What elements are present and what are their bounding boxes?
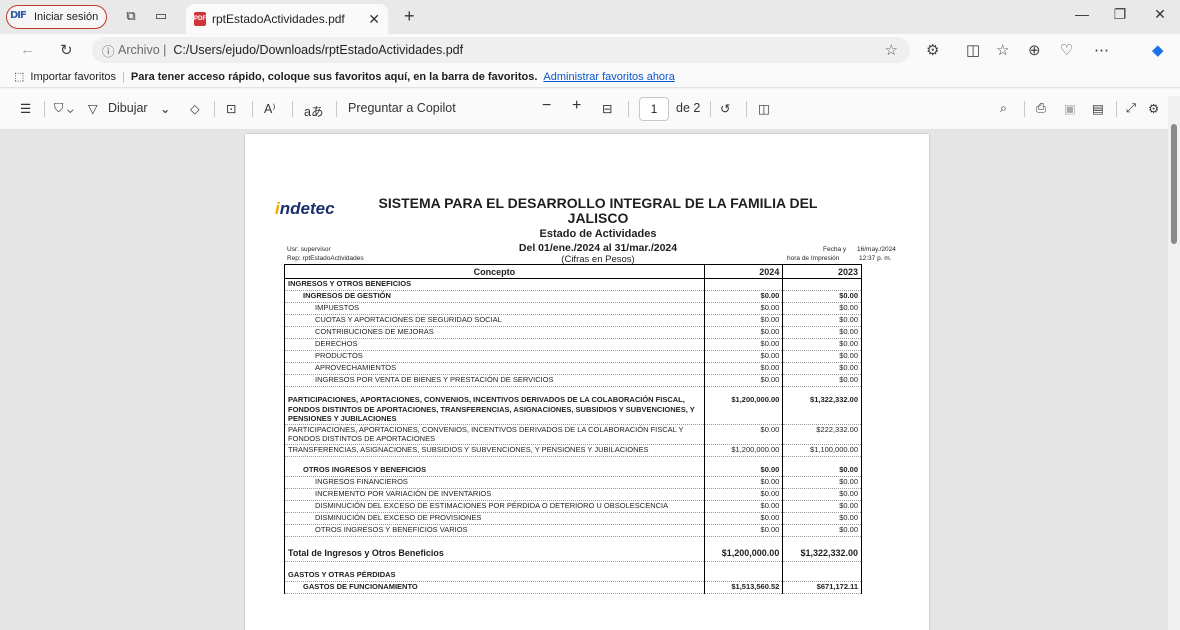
print-time-label: hora de Impresión: [787, 255, 840, 262]
read-aloud-button[interactable]: A⁾: [264, 101, 275, 116]
zoom-in-icon[interactable]: +: [572, 97, 581, 115]
restore-icon[interactable]: ❐: [1110, 6, 1130, 23]
favorites-icon[interactable]: ☆: [996, 41, 1009, 59]
table-row: PARTICIPACIONES, APORTACIONES, CONVENIOS…: [284, 395, 862, 425]
print-date-label: Fecha y: [823, 246, 847, 253]
table-row: APROVECHAMIENTOS $0.00 $0.00: [284, 362, 862, 375]
minimize-icon[interactable]: —: [1072, 6, 1092, 22]
import-favorites-icon[interactable]: ⬚: [14, 70, 24, 83]
url-field[interactable]: ⓘ Archivo | C:/Users/ejudo/Downloads/rpt…: [92, 37, 910, 63]
url-path: C:/Users/ejudo/Downloads/rptEstadoActivi…: [173, 43, 464, 57]
print-time-value: 12:37 p. m.: [859, 255, 892, 262]
save-icon[interactable]: ▣: [1064, 101, 1076, 116]
fit-page-icon[interactable]: ⊟: [602, 101, 612, 116]
collections-icon[interactable]: ⊕: [1028, 41, 1041, 59]
table-row: GASTOS DE FUNCIONAMIENTO $1,513,560.52 $67…: [284, 581, 862, 594]
zoom-out-icon[interactable]: −: [542, 97, 551, 115]
profile-button[interactable]: DIF Iniciar sesión: [6, 5, 108, 29]
table-row: INGRESOS POR VENTA DE BIENES Y PRESTACIÓ…: [284, 374, 862, 387]
new-tab-icon[interactable]: +: [404, 6, 415, 27]
col-concepto: Concepto: [284, 264, 705, 279]
report-period: Del 01/ene./2024 al 31/mar./2024: [518, 242, 678, 254]
table-row: Total de Ingresos y Otros Beneficios $1,2…: [284, 544, 862, 562]
url-scheme: Archivo: [117, 43, 160, 57]
rotate-icon[interactable]: ↺: [720, 101, 730, 116]
translate-button[interactable]: aあ: [304, 101, 323, 120]
page-number-input[interactable]: 1: [639, 97, 669, 121]
table-row: GASTOS Y OTRAS PÉRDIDAS: [284, 569, 862, 582]
pdf-file-icon: PDF: [194, 12, 206, 26]
eraser-icon[interactable]: ◇: [190, 101, 200, 116]
draw-icon[interactable]: ▽: [88, 101, 98, 116]
table-row: INGRESOS DE GESTIÓN $0.00 $0.00: [284, 290, 862, 303]
page-total: de 2: [676, 101, 701, 115]
print-date-value: 16/may./2024: [857, 246, 896, 253]
table-row: DERECHOS $0.00 $0.00: [284, 338, 862, 351]
report-rep: Rep: rptEstadoActividades: [287, 255, 364, 262]
table-row: IMPUESTOS $0.00 $0.00: [284, 302, 862, 315]
table-row: CUOTAS Y APORTACIONES DE SEGURIDAD SOCIA…: [284, 314, 862, 327]
contents-icon[interactable]: ☰: [20, 101, 31, 116]
table-row: DISMINUCIÓN DEL EXCESO DE ESTIMACIONES P…: [284, 500, 862, 513]
indetec-logo: indetec: [275, 199, 335, 218]
print-icon[interactable]: ⎙: [1036, 101, 1046, 116]
table-row: INGRESOS Y OTROS BENEFICIOS: [284, 278, 862, 291]
info-icon[interactable]: ⓘ: [102, 41, 118, 60]
table-row: OTROS INGRESOS Y BENEFICIOS VARIOS $0.00 $…: [284, 524, 862, 537]
browser-essentials-icon[interactable]: ♡: [1060, 41, 1073, 59]
table-row: OTROS INGRESOS Y BENEFICIOS $0.00 $0.00: [284, 464, 862, 477]
report-title: SISTEMA PARA EL DESARROLLO INTEGRAL DE L…: [378, 195, 818, 226]
back-icon[interactable]: ←: [20, 41, 35, 58]
save-as-icon[interactable]: ▤: [1092, 101, 1104, 116]
profile-logo: DIF: [10, 10, 27, 21]
pdf-toolbar: ☰ ⛉ ⌄ ▽ Dibujar ⌄ ◇ ⊡ A⁾ aあ Preguntar a …: [0, 89, 1180, 130]
draw-dropdown-icon[interactable]: ⌄: [160, 101, 170, 116]
close-window-icon[interactable]: ✕: [1150, 6, 1170, 23]
close-tab-icon[interactable]: ✕: [368, 11, 380, 28]
table-row: PRODUCTOS $0.00 $0.00: [284, 350, 862, 363]
import-favorites-link[interactable]: Importar favoritos: [30, 71, 116, 83]
activity-statement-table: Concepto 2024 2023 INGRESOS Y OTROS BENE…: [284, 264, 862, 594]
table-row: TRANSFERENCIAS, ASIGNACIONES, SUBSIDIOS …: [284, 444, 862, 457]
table-row: CONTRIBUCIONES DE MEJORAS $0.00 $0.00: [284, 326, 862, 339]
draw-button[interactable]: Dibujar: [108, 101, 148, 115]
profile-label: Iniciar sesión: [34, 11, 99, 23]
copilot-icon[interactable]: ◆: [1152, 41, 1164, 59]
page-view-icon[interactable]: ◫: [758, 101, 770, 116]
table-row: DISMINUCIÓN DEL EXCESO DE PROVISIONES $0.…: [284, 512, 862, 525]
pdf-page: indetec SISTEMA PARA EL DESARROLLO INTEG…: [245, 134, 929, 630]
vertical-scrollbar[interactable]: [1168, 96, 1180, 630]
favorite-star-icon[interactable]: ☆: [885, 41, 898, 59]
workspaces-icon[interactable]: ⧉: [124, 9, 138, 23]
fullscreen-icon[interactable]: ⤢: [1126, 101, 1136, 116]
search-icon[interactable]: ⌕: [1000, 101, 1007, 116]
pdf-viewer[interactable]: indetec SISTEMA PARA EL DESARROLLO INTEG…: [0, 130, 1168, 630]
ask-copilot-button[interactable]: Preguntar a Copilot: [348, 101, 456, 115]
split-screen-icon[interactable]: ◫: [966, 41, 980, 59]
tab-title: rptEstadoActividades.pdf: [212, 12, 345, 26]
refresh-icon[interactable]: ↻: [60, 41, 73, 59]
highlight-icon[interactable]: ⛉ ⌄: [54, 101, 74, 116]
manage-favorites-link[interactable]: Administrar favoritos ahora: [543, 71, 674, 83]
favorites-message: Para tener acceso rápido, coloque sus fa…: [130, 70, 538, 83]
table-row: INCREMENTO POR VARIACIÓN DE INVENTARIOS $…: [284, 488, 862, 501]
tab-pdf[interactable]: PDF rptEstadoActividades.pdf ✕: [186, 4, 388, 34]
favorites-bar: ⬚ Importar favoritos | Para tener acceso…: [0, 66, 1180, 88]
address-bar: ← ↻ ⓘ Archivo | C:/Users/ejudo/Downloads…: [0, 34, 1180, 66]
more-menu-icon[interactable]: ⋯: [1094, 41, 1109, 59]
table-row: PARTICIPACIONES, APORTACIONES, CONVENIOS…: [284, 424, 862, 445]
tab-actions-icon[interactable]: ▭: [154, 9, 168, 23]
scrollbar-thumb[interactable]: [1171, 124, 1177, 244]
text-box-icon[interactable]: ⊡: [226, 101, 236, 116]
report-user: Usr: supervisor: [287, 246, 331, 253]
extensions-icon[interactable]: ⚙: [926, 41, 939, 59]
col-2023: 2023: [782, 264, 862, 279]
table-row: INGRESOS FINANCIEROS $0.00 $0.00: [284, 476, 862, 489]
report-subtitle: Estado de Actividades: [539, 228, 657, 240]
col-2024: 2024: [703, 264, 784, 279]
settings-gear-icon[interactable]: ⚙: [1148, 101, 1159, 116]
title-bar: DIF Iniciar sesión ⧉ ▭ PDF rptEstadoActi…: [0, 0, 1180, 34]
